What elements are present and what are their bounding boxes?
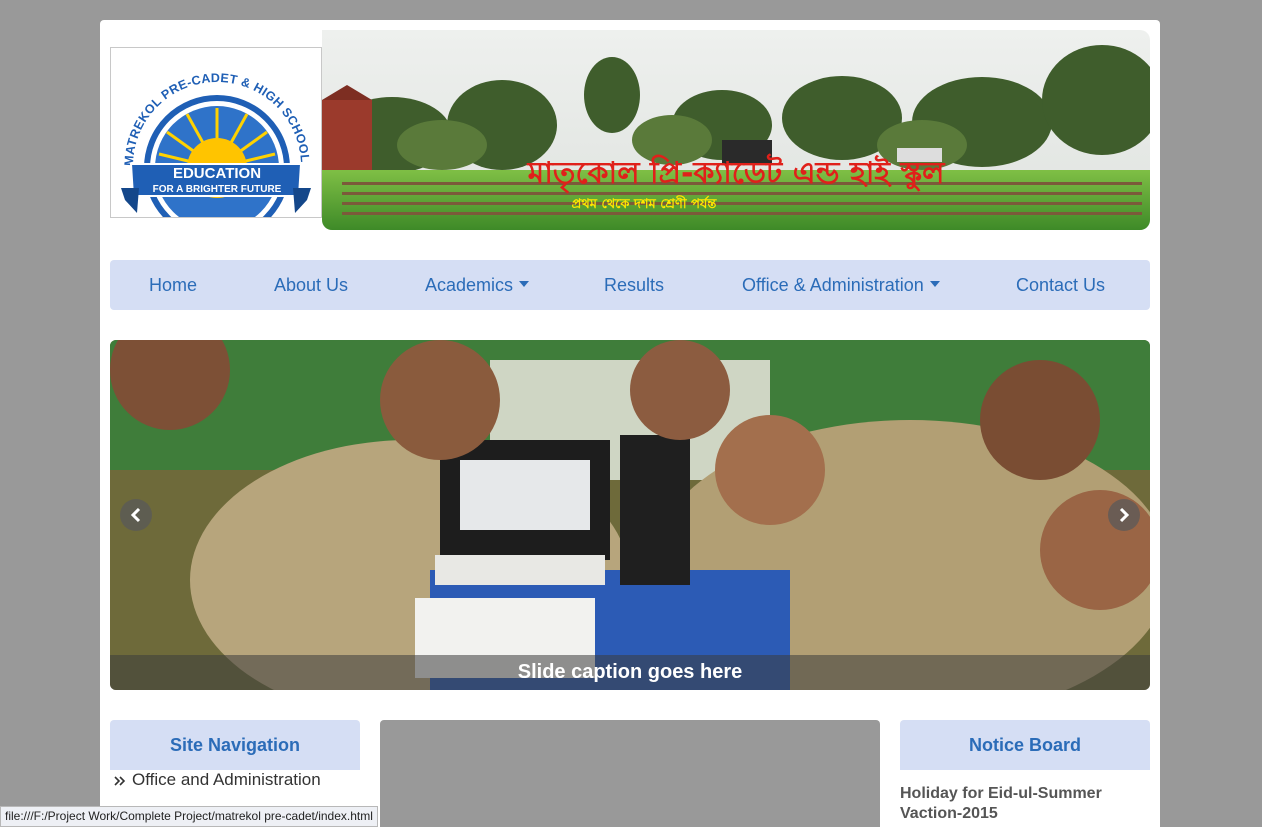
logo-ribbon-line2: FOR A BRIGHTER FUTURE bbox=[153, 184, 282, 195]
notice-item-title: Holiday for Eid-ul-Summer Vaction-2015 bbox=[900, 785, 1102, 822]
chevron-down-icon bbox=[519, 281, 530, 288]
nav-office-label: Office & Administration bbox=[742, 275, 924, 295]
chevron-left-icon bbox=[130, 507, 141, 523]
main-nav: Home About Us Academics Results Office &… bbox=[110, 260, 1150, 310]
notice-board-heading: Notice Board bbox=[900, 720, 1150, 770]
notice-item[interactable]: Holiday for Eid-ul-Summer Vaction-2015 bbox=[900, 784, 1120, 824]
page-container: MATREKOL PRE-CADET & HIGH SCHOOL EDUCATI… bbox=[100, 20, 1160, 827]
nav-academics-label: Academics bbox=[425, 275, 514, 295]
nav-home-label: Home bbox=[149, 275, 198, 295]
nav-home[interactable]: Home bbox=[149, 260, 197, 310]
site-nav-item-label: Office and Administration bbox=[132, 770, 321, 789]
site-nav-item-office-administration[interactable]: Office and Administration bbox=[114, 770, 321, 790]
nav-results[interactable]: Results bbox=[604, 260, 664, 310]
nav-about-us[interactable]: About Us bbox=[274, 260, 348, 310]
header-banner: মাতৃকোল প্রি-ক্যাডেট এন্ড হাই স্কুল প্রথ… bbox=[322, 30, 1150, 230]
nav-about-label: About Us bbox=[274, 275, 349, 295]
banner-title: মাতৃকোল প্রি-ক্যাডেট এন্ড হাই স্কুল bbox=[527, 153, 946, 195]
site-navigation-heading: Site Navigation bbox=[110, 720, 360, 770]
logo-ribbon-line1: EDUCATION bbox=[173, 165, 261, 182]
slider-next-button[interactable] bbox=[1108, 499, 1140, 531]
status-url: file:///F:/Project Work/Complete Project… bbox=[5, 809, 373, 823]
nav-contact-label: Contact Us bbox=[1016, 275, 1106, 295]
image-slider[interactable]: Slide caption goes here bbox=[110, 340, 1150, 690]
double-chevron-right-icon bbox=[114, 775, 126, 786]
center-content-box bbox=[380, 720, 880, 827]
chevron-down-icon bbox=[929, 281, 940, 288]
slide-image bbox=[110, 340, 1150, 690]
school-logo[interactable]: MATREKOL PRE-CADET & HIGH SCHOOL EDUCATI… bbox=[110, 47, 322, 241]
browser-status-bar: file:///F:/Project Work/Complete Project… bbox=[0, 806, 378, 827]
slide-caption: Slide caption goes here bbox=[110, 655, 1150, 690]
slider-prev-button[interactable] bbox=[120, 499, 152, 531]
nav-results-label: Results bbox=[604, 275, 665, 295]
nav-office-administration[interactable]: Office & Administration bbox=[742, 260, 940, 310]
nav-academics[interactable]: Academics bbox=[425, 260, 530, 310]
chevron-right-icon bbox=[1119, 507, 1130, 523]
nav-contact-us[interactable]: Contact Us bbox=[1016, 260, 1105, 310]
banner-subtitle: প্রথম থেকে দশম শ্রেণী পর্যন্ত bbox=[572, 195, 718, 212]
